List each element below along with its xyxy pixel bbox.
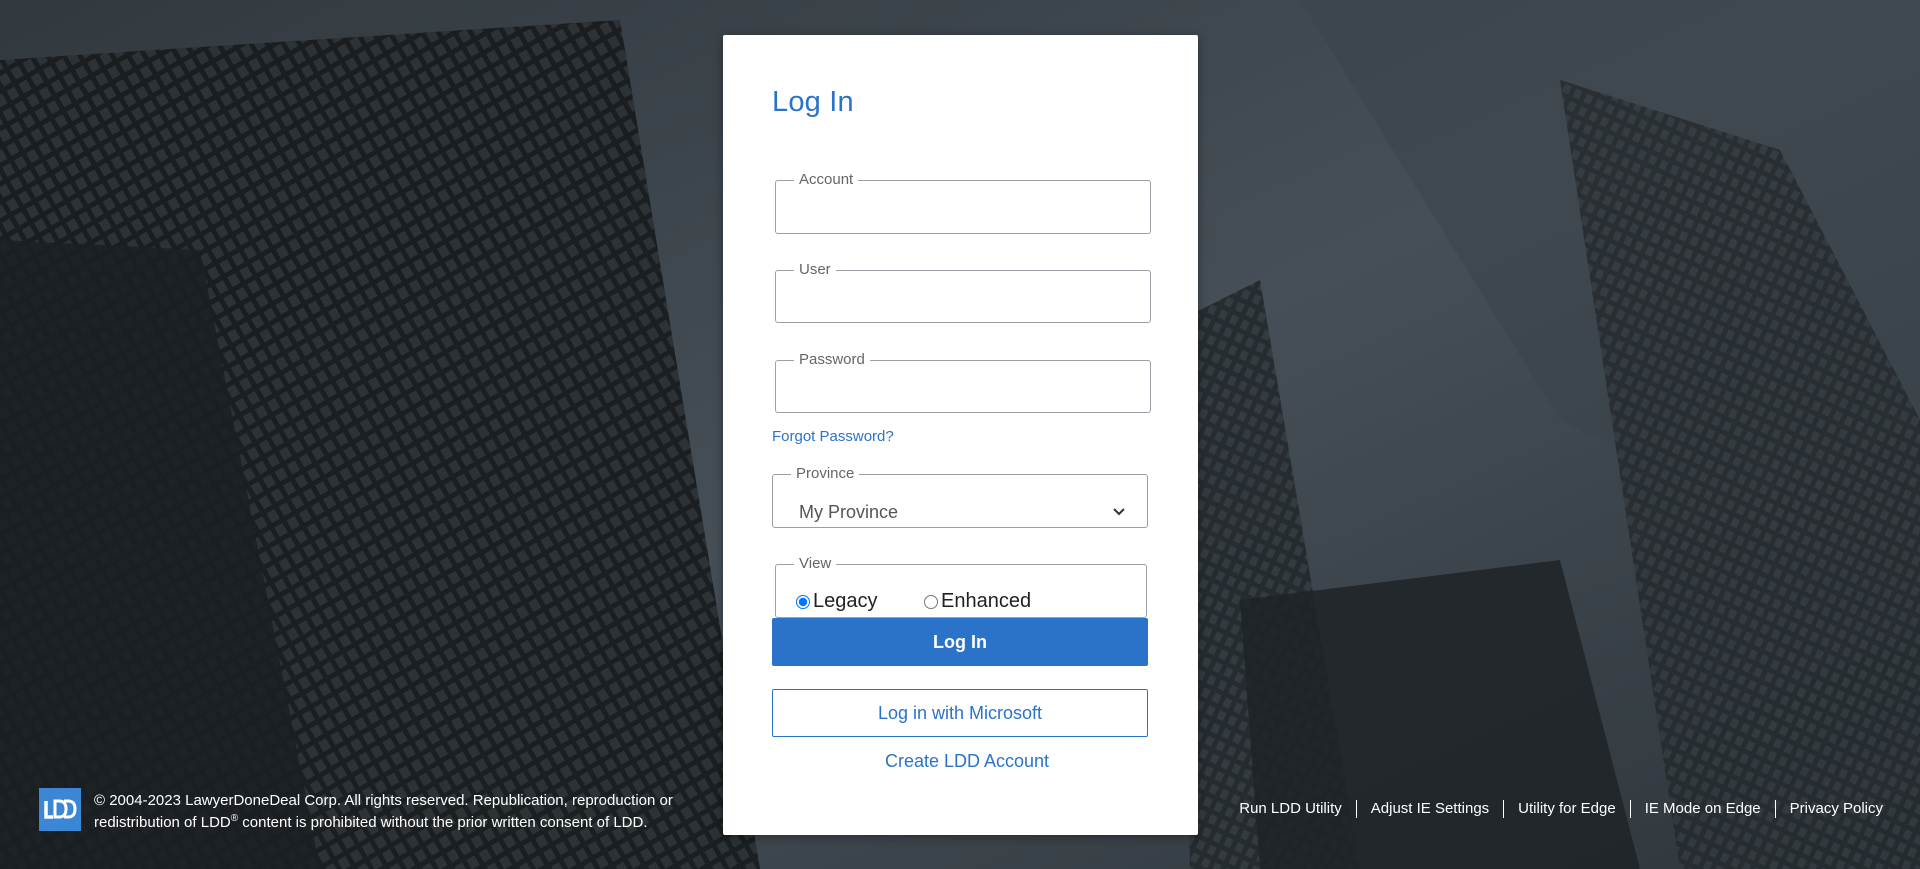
login-title: Log In [772,86,854,118]
province-select[interactable]: Province My Province [772,466,1148,528]
account-input[interactable] [786,206,1140,232]
enhanced-radio[interactable] [924,594,938,609]
login-card: Log In Account User Password Forgot Pass… [723,35,1198,835]
user-label: User [799,261,831,278]
utility-for-edge-link[interactable]: Utility for Edge [1503,800,1630,818]
ldd-logo [39,788,81,831]
view-option-legacy[interactable]: Legacy [796,590,878,613]
password-label: Password [799,351,865,368]
copyright-line-2: redistribution of LDD® content is prohib… [94,812,694,834]
microsoft-login-button[interactable]: Log in with Microsoft [772,689,1148,737]
view-label: View [799,555,832,572]
copyright-line-2-start: redistribution of LDD [94,814,231,831]
password-field[interactable]: Password [775,352,1151,413]
adjust-ie-settings-link[interactable]: Adjust IE Settings [1355,800,1503,818]
run-ldd-utility-link[interactable]: Run LDD Utility [1225,800,1356,818]
enhanced-label: Enhanced [941,590,1032,612]
privacy-policy-link[interactable]: Privacy Policy [1774,800,1883,818]
view-fieldset: View Legacy Enhanced [775,556,1147,618]
forgot-password-link[interactable]: Forgot Password? [772,428,894,445]
footer-links: Run LDD Utility Adjust IE Settings Utili… [1225,800,1883,818]
registered-mark: ® [230,813,239,824]
ldd-logo-mark [39,788,81,831]
copyright-line-2-end: content is prohibited without the prior … [238,814,648,831]
copyright-line-1: © 2004-2023 LawyerDoneDeal Corp. All rig… [94,792,673,809]
chevron-down-icon [1113,508,1125,516]
user-input[interactable] [786,296,1140,322]
legacy-label: Legacy [813,590,878,612]
legacy-radio[interactable] [796,594,810,609]
account-field[interactable]: Account [775,172,1151,234]
copyright-text: © 2004-2023 LawyerDoneDeal Corp. All rig… [94,790,694,834]
password-input[interactable] [786,386,1140,412]
login-button[interactable]: Log In [772,618,1148,666]
user-field[interactable]: User [775,262,1151,323]
province-value: My Province [799,502,899,522]
province-label: Province [796,465,855,482]
account-label: Account [799,171,854,188]
create-account-link[interactable]: Create LDD Account [772,751,1162,772]
view-option-enhanced[interactable]: Enhanced [924,590,1031,613]
ie-mode-on-edge-link[interactable]: IE Mode on Edge [1629,800,1775,818]
